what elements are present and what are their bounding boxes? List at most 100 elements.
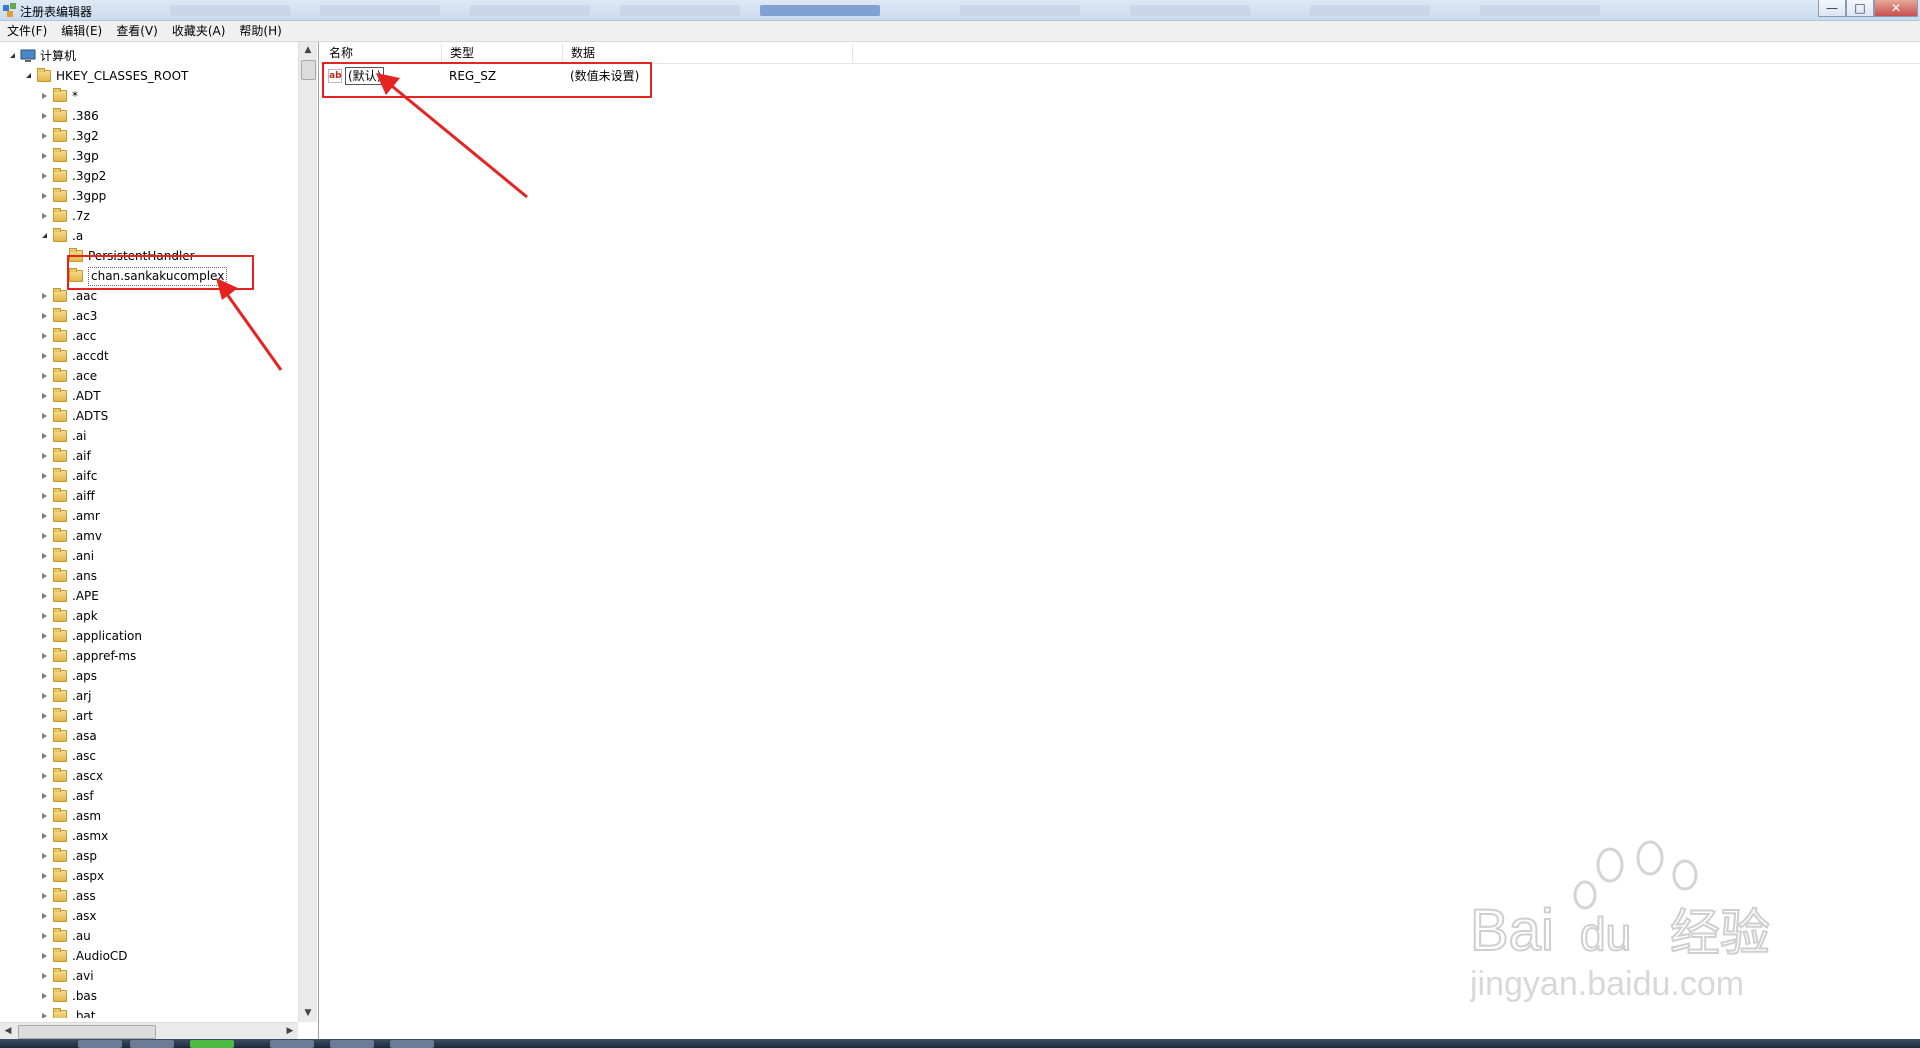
scroll-up-icon[interactable]: ▲ [299,42,317,59]
tree-node[interactable]: .asx [0,906,298,926]
tree-node[interactable]: .arj [0,686,298,706]
menu-item[interactable]: 收藏夹(A) [165,21,233,39]
expand-arrow-icon[interactable] [42,773,47,779]
tree-node[interactable]: .3gp2 [0,166,298,186]
tree-node[interactable]: .bas [0,986,298,1006]
tree-node[interactable]: .asc [0,746,298,766]
tree-node[interactable]: .asm [0,806,298,826]
expand-arrow-icon[interactable] [42,993,47,999]
expand-arrow-icon[interactable] [42,973,47,979]
expand-arrow-icon[interactable] [42,133,47,139]
expand-arrow-icon[interactable] [42,953,47,959]
tree-node[interactable]: .ADTS [0,406,298,426]
menu-item[interactable]: 编辑(E) [54,21,109,39]
tree-node[interactable]: .ass [0,886,298,906]
taskbar-button[interactable] [78,1040,122,1048]
menu-item[interactable]: 查看(V) [109,21,165,39]
expand-arrow-icon[interactable] [42,1013,47,1018]
expand-arrow-icon[interactable] [42,213,47,219]
tree-node-hive[interactable]: HKEY_CLASSES_ROOT [0,66,298,86]
taskbar-button[interactable] [130,1040,174,1048]
expand-arrow-icon[interactable] [42,653,47,659]
taskbar-button[interactable] [330,1040,374,1048]
tree-node[interactable]: .asp [0,846,298,866]
minimize-button[interactable]: — [1818,0,1846,17]
expand-arrow-icon[interactable] [42,413,47,419]
tree-node[interactable]: .amv [0,526,298,546]
expand-arrow-icon[interactable] [42,793,47,799]
expand-arrow-icon[interactable] [42,373,47,379]
tree-node[interactable]: .asa [0,726,298,746]
expand-arrow-icon[interactable] [42,693,47,699]
maximize-button[interactable]: □ [1846,0,1874,17]
tree-node[interactable]: .asmx [0,826,298,846]
tree-node[interactable]: .ans [0,566,298,586]
tree-node[interactable]: .7z [0,206,298,226]
tree-node[interactable]: .3gpp [0,186,298,206]
expand-arrow-icon[interactable] [42,513,47,519]
expand-arrow-icon[interactable] [42,493,47,499]
collapse-arrow-icon[interactable] [10,53,15,58]
expand-arrow-icon[interactable] [42,193,47,199]
expand-arrow-icon[interactable] [42,93,47,99]
tree-node[interactable]: .art [0,706,298,726]
expand-arrow-icon[interactable] [42,453,47,459]
tree-node[interactable]: .ascx [0,766,298,786]
tree-node[interactable]: .APE [0,586,298,606]
expand-arrow-icon[interactable] [42,293,47,299]
tree-node[interactable]: .bat [0,1006,298,1018]
expand-arrow-icon[interactable] [42,533,47,539]
scroll-right-icon[interactable]: ▶ [282,1023,298,1039]
tree-node[interactable]: .3gp [0,146,298,166]
expand-arrow-icon[interactable] [42,113,47,119]
tree-node[interactable]: .asf [0,786,298,806]
tree-node[interactable]: .ac3 [0,306,298,326]
tree-node[interactable]: .AudioCD [0,946,298,966]
close-button[interactable]: ✕ [1874,0,1918,17]
tree-node[interactable]: .aif [0,446,298,466]
expand-arrow-icon[interactable] [42,313,47,319]
expand-arrow-icon[interactable] [42,333,47,339]
expand-arrow-icon[interactable] [42,553,47,559]
collapse-arrow-icon[interactable] [42,233,47,238]
expand-arrow-icon[interactable] [42,813,47,819]
tree-node[interactable]: .aiff [0,486,298,506]
expand-arrow-icon[interactable] [42,713,47,719]
expand-arrow-icon[interactable] [42,633,47,639]
collapse-arrow-icon[interactable] [26,73,31,78]
scroll-down-icon[interactable]: ▼ [299,1005,317,1022]
expand-arrow-icon[interactable] [42,893,47,899]
expand-arrow-icon[interactable] [42,933,47,939]
expand-arrow-icon[interactable] [42,873,47,879]
tree-vertical-scrollbar[interactable]: ▲ ▼ [298,42,317,1022]
tree-node[interactable]: .apk [0,606,298,626]
expand-arrow-icon[interactable] [42,913,47,919]
menu-item[interactable]: 帮助(H) [232,21,288,39]
expand-arrow-icon[interactable] [42,153,47,159]
column-data-header[interactable]: 数据 [563,44,853,63]
tree-node[interactable]: .aifc [0,466,298,486]
taskbar-button[interactable] [190,1040,234,1048]
scroll-left-icon[interactable]: ◀ [0,1023,16,1039]
expand-arrow-icon[interactable] [42,473,47,479]
expand-arrow-icon[interactable] [42,393,47,399]
tree-node-computer[interactable]: 计算机 [0,46,298,66]
expand-arrow-icon[interactable] [42,433,47,439]
expand-arrow-icon[interactable] [42,673,47,679]
tree-node[interactable]: .ADT [0,386,298,406]
tree-node[interactable]: .ai [0,426,298,446]
expand-arrow-icon[interactable] [42,833,47,839]
tree-node[interactable]: .application [0,626,298,646]
taskbar-button[interactable] [390,1040,434,1048]
expand-arrow-icon[interactable] [42,733,47,739]
tree-node[interactable]: .ace [0,366,298,386]
expand-arrow-icon[interactable] [42,613,47,619]
tree-node[interactable]: .avi [0,966,298,986]
tree-node[interactable]: * [0,86,298,106]
taskbar-button[interactable] [270,1040,314,1048]
expand-arrow-icon[interactable] [42,853,47,859]
expand-arrow-icon[interactable] [42,573,47,579]
tree-node[interactable]: .accdt [0,346,298,366]
expand-arrow-icon[interactable] [42,593,47,599]
tree-horizontal-scrollbar[interactable]: ◀ ▶ [0,1022,298,1039]
